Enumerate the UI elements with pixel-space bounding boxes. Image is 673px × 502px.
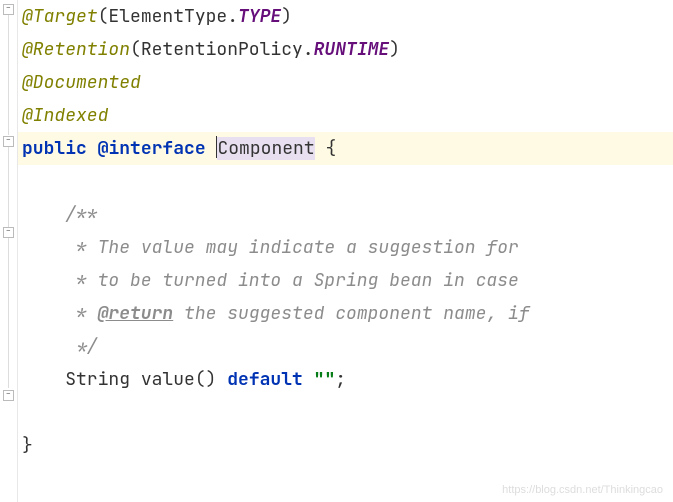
javadoc-token: */ bbox=[76, 335, 98, 358]
code-line[interactable]: String value() default ""; bbox=[22, 363, 673, 396]
indent bbox=[22, 203, 65, 226]
editor-gutter bbox=[0, 0, 18, 502]
paren-token: ) bbox=[389, 38, 400, 61]
type-ref-token: RetentionPolicy. bbox=[141, 38, 314, 61]
string-token: "" bbox=[314, 368, 336, 391]
fold-marker-icon[interactable] bbox=[3, 136, 14, 147]
code-line[interactable]: @Documented bbox=[22, 66, 673, 99]
fold-line bbox=[8, 238, 9, 388]
paren-token: ( bbox=[130, 38, 141, 61]
text-cursor bbox=[216, 136, 217, 158]
annotation-token: @Retention bbox=[22, 38, 130, 61]
annotation-token: @Indexed bbox=[22, 104, 108, 127]
constant-token: TYPE bbox=[238, 5, 281, 28]
space bbox=[303, 368, 314, 391]
method-token: value() bbox=[141, 368, 227, 391]
fold-line bbox=[8, 15, 9, 135]
code-line[interactable]: * @return the suggested component name, … bbox=[22, 297, 673, 330]
annotation-token: @Target bbox=[22, 5, 98, 28]
indent bbox=[22, 269, 76, 292]
space bbox=[315, 137, 326, 160]
javadoc-token: * to be turned into a Spring bean in cas… bbox=[76, 269, 519, 292]
annotation-token: @Documented bbox=[22, 71, 141, 94]
paren-token: ) bbox=[281, 5, 292, 28]
javadoc-tag-token: @return bbox=[98, 302, 174, 325]
space bbox=[206, 137, 217, 160]
code-line[interactable]: @Indexed bbox=[22, 99, 673, 132]
fold-marker-icon[interactable] bbox=[3, 227, 14, 238]
code-line[interactable]: @Target(ElementType.TYPE) bbox=[22, 0, 673, 33]
code-line-empty[interactable] bbox=[22, 396, 673, 429]
class-name-token: Component bbox=[217, 137, 314, 160]
indent bbox=[22, 236, 76, 259]
code-line-empty[interactable] bbox=[22, 165, 673, 198]
keyword-token: interface bbox=[108, 137, 205, 160]
code-line-current[interactable]: public @interface Component { bbox=[18, 132, 673, 165]
paren-token: ( bbox=[98, 5, 109, 28]
keyword-token: default bbox=[227, 368, 303, 391]
javadoc-token: /** bbox=[65, 203, 97, 226]
code-line[interactable]: * The value may indicate a suggestion fo… bbox=[22, 231, 673, 264]
keyword-token: public bbox=[22, 137, 87, 160]
constant-token: RUNTIME bbox=[314, 38, 390, 61]
semicolon-token: ; bbox=[335, 368, 346, 391]
space bbox=[87, 137, 98, 160]
code-line[interactable]: /** bbox=[22, 198, 673, 231]
javadoc-token: the suggested component name, if bbox=[173, 302, 529, 325]
fold-marker-icon[interactable] bbox=[3, 390, 14, 401]
code-line[interactable]: * to be turned into a Spring bean in cas… bbox=[22, 264, 673, 297]
javadoc-token: * The value may indicate a suggestion fo… bbox=[76, 236, 519, 259]
fold-line bbox=[8, 147, 9, 227]
indent bbox=[22, 368, 65, 391]
code-line[interactable]: */ bbox=[22, 330, 673, 363]
watermark-text: https://blog.csdn.net/Thinkingcao bbox=[502, 484, 663, 496]
brace-token: { bbox=[325, 137, 336, 160]
indent bbox=[22, 302, 76, 325]
type-ref-token: String bbox=[65, 368, 141, 391]
indent bbox=[22, 335, 76, 358]
type-ref-token: ElementType. bbox=[108, 5, 238, 28]
brace-token: } bbox=[22, 434, 33, 457]
fold-marker-icon[interactable] bbox=[3, 4, 14, 15]
code-line[interactable]: @Retention(RetentionPolicy.RUNTIME) bbox=[22, 33, 673, 66]
javadoc-star: * bbox=[76, 302, 98, 325]
at-token: @ bbox=[98, 137, 109, 160]
code-line[interactable]: } bbox=[22, 429, 673, 462]
code-editor[interactable]: @Target(ElementType.TYPE) @Retention(Ret… bbox=[18, 0, 673, 462]
